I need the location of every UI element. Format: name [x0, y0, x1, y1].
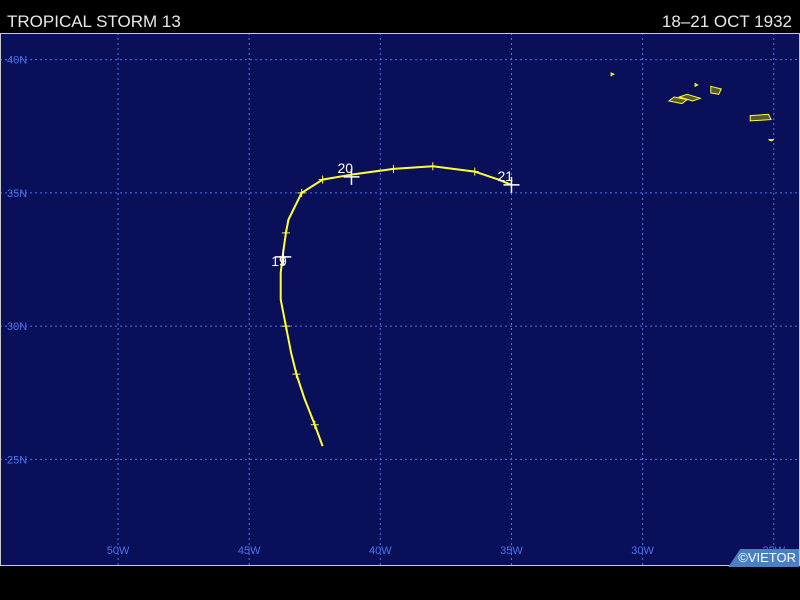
lon-label: 30W [631, 545, 654, 557]
lon-label: 50W [107, 545, 130, 557]
title-bar: TROPICAL STORM 13 18–21 OCT 1932 [0, 0, 800, 33]
lon-label: 40W [369, 545, 392, 557]
lon-label: 35W [500, 545, 523, 557]
lon-label: 45W [238, 545, 261, 557]
lat-label: 25N [7, 454, 27, 466]
credit-badge: ©VIETOR [728, 549, 799, 567]
lat-label: 30N [7, 321, 27, 333]
ocean-background [0, 33, 800, 566]
lat-label: 35N [7, 188, 27, 200]
day-label: 21 [497, 168, 513, 184]
island-sao-miguel [749, 113, 772, 122]
track-map: 192021 50W45W40W35W30W25W40N35N30N25N [0, 33, 800, 566]
day-label: 20 [337, 160, 353, 176]
storm-dates: 18–21 OCT 1932 [661, 12, 792, 31]
storm-title: TROPICAL STORM 13 [7, 12, 181, 31]
day-label: 19 [271, 253, 287, 269]
lat-label: 40N [7, 55, 27, 67]
bottom-bar [0, 566, 800, 600]
